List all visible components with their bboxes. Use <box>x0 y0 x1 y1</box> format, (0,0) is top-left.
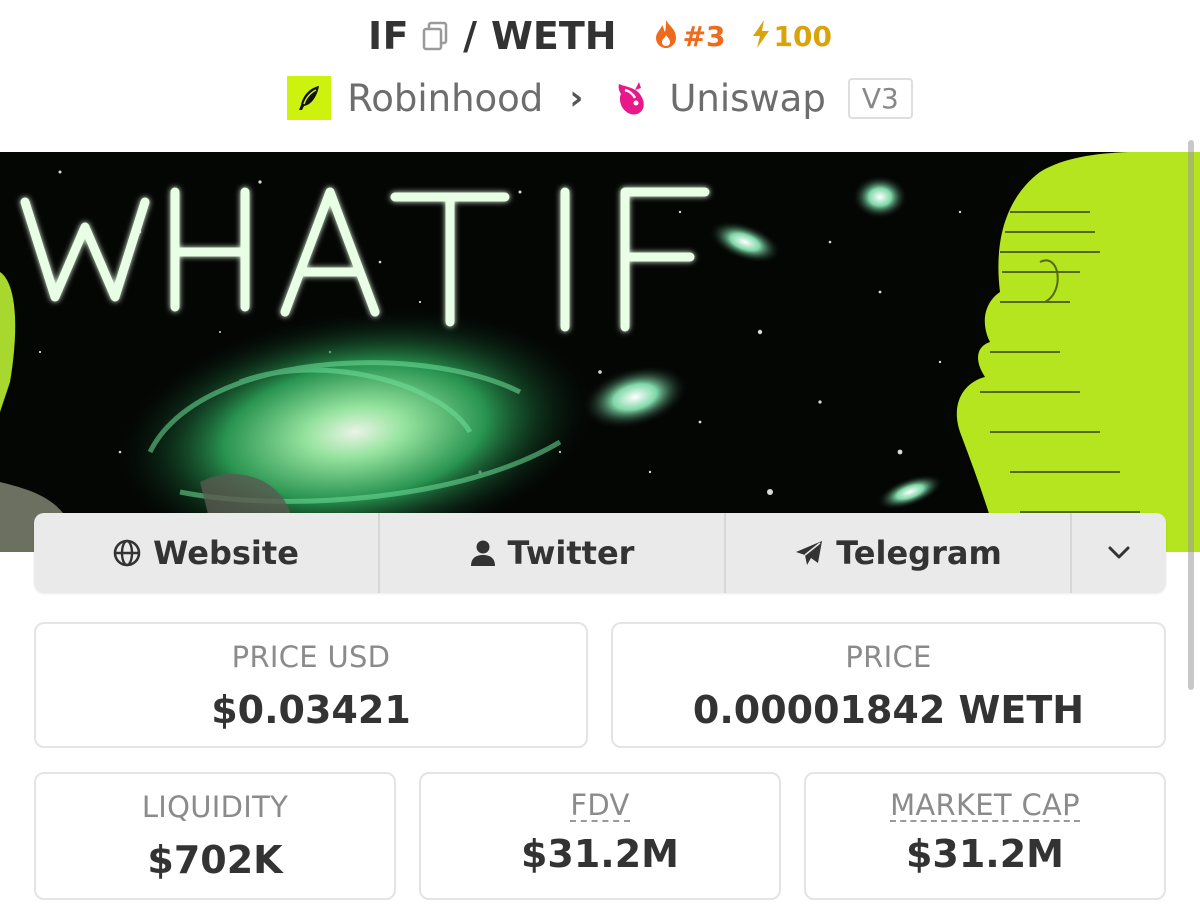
telegram-button[interactable]: Telegram <box>726 513 1072 593</box>
send-icon <box>794 539 824 567</box>
chain-name[interactable]: Robinhood <box>347 77 543 120</box>
market-cap-card[interactable]: MARKET CAP $31.2M <box>804 772 1166 900</box>
price-usd-value: $0.03421 <box>211 688 411 732</box>
page-scrollbar[interactable] <box>1188 140 1194 690</box>
price-native-value: 0.00001842 WETH <box>692 688 1085 732</box>
token-banner-image <box>0 152 1200 552</box>
fdv-value: $31.2M <box>520 832 679 877</box>
base-token-symbol: IF <box>367 14 410 58</box>
lightning-icon <box>750 19 772 53</box>
chevron-down-icon <box>1108 546 1130 560</box>
fdv-card[interactable]: FDV $31.2M <box>419 772 781 900</box>
website-label: Website <box>153 534 299 572</box>
price-native-label: PRICE <box>845 640 932 674</box>
pair-separator: / <box>463 14 477 58</box>
chevron-right-icon: › <box>569 78 584 118</box>
market-cap-label[interactable]: MARKET CAP <box>890 790 1080 823</box>
telegram-label: Telegram <box>836 534 1002 572</box>
trending-rank-text: #3 <box>682 19 726 53</box>
user-icon <box>470 539 496 567</box>
boost-count: 100 <box>773 19 832 53</box>
trending-rank-badge[interactable]: #3 <box>653 19 726 53</box>
flame-icon <box>653 19 679 53</box>
uniswap-unicorn-icon <box>609 76 653 120</box>
copy-icon[interactable] <box>421 21 449 51</box>
robinhood-feather-icon <box>287 76 332 120</box>
liquidity-label: LIQUIDITY <box>141 790 289 824</box>
chain-dex-breadcrumb: Robinhood › Uniswap V3 <box>0 72 1200 124</box>
fdv-label[interactable]: FDV <box>570 790 630 823</box>
twitter-label: Twitter <box>507 534 635 572</box>
liquidity-card: LIQUIDITY $702K <box>34 772 396 900</box>
social-links-bar: Website Twitter Telegram <box>34 513 1166 593</box>
globe-icon <box>113 539 141 567</box>
more-links-button[interactable] <box>1072 513 1166 593</box>
market-cap-value: $31.2M <box>905 832 1064 877</box>
boost-badge[interactable]: 100 <box>750 19 832 53</box>
dex-name[interactable]: Uniswap <box>669 77 826 120</box>
price-native-card: PRICE 0.00001842 WETH <box>611 622 1166 748</box>
website-button[interactable]: Website <box>34 513 380 593</box>
pair-title: IF / WETH #3 100 <box>0 10 1200 62</box>
quote-token-symbol: WETH <box>490 14 617 58</box>
price-usd-label: PRICE USD <box>231 640 391 674</box>
twitter-button[interactable]: Twitter <box>380 513 726 593</box>
price-usd-card: PRICE USD $0.03421 <box>34 622 588 748</box>
liquidity-value: $702K <box>147 838 283 882</box>
dex-version-badge: V3 <box>847 77 913 119</box>
